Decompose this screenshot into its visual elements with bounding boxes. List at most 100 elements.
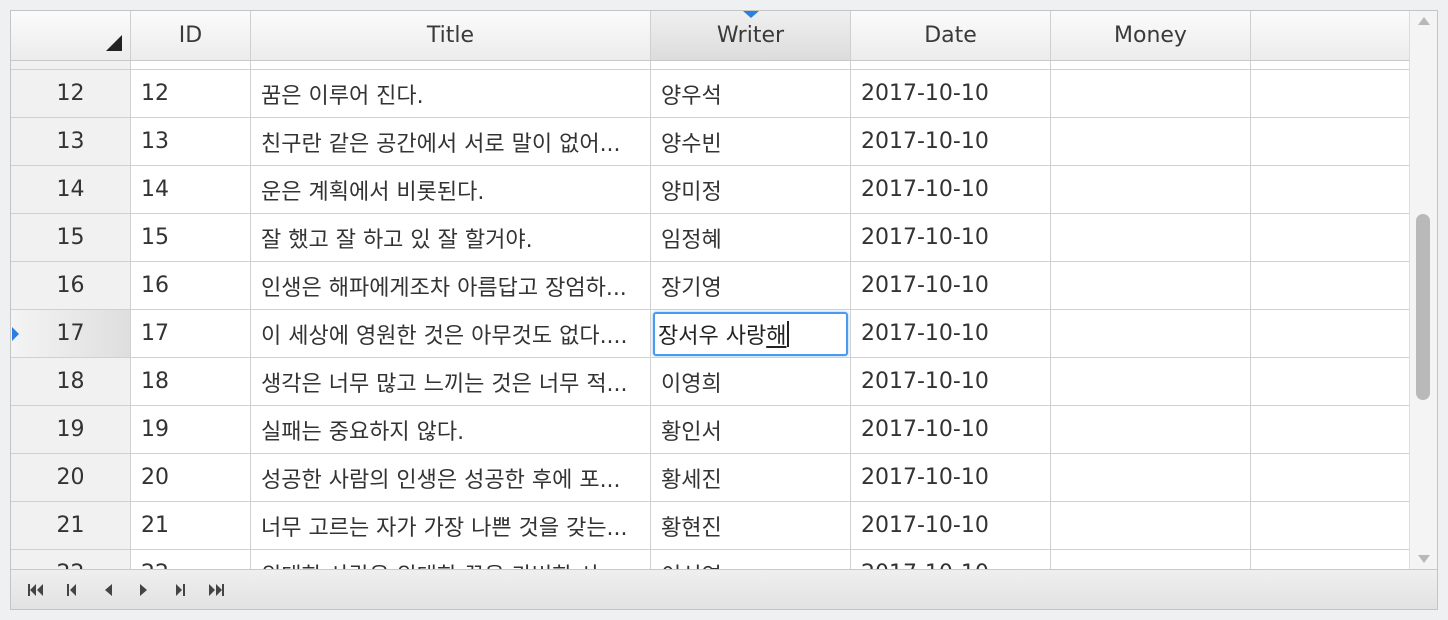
column-header-money[interactable]: Money xyxy=(1051,11,1251,60)
cell-id[interactable]: 18 xyxy=(131,358,251,406)
first-page-button[interactable] xyxy=(23,577,49,603)
cell-id[interactable]: 13 xyxy=(131,118,251,166)
cell-title[interactable]: 친구란 같은 공간에서 서로 말이 없어... xyxy=(251,118,651,166)
cell-money[interactable] xyxy=(1051,550,1251,569)
row-header[interactable]: 17 xyxy=(11,310,131,358)
column-header-title[interactable]: Title xyxy=(251,11,651,60)
cell-title[interactable]: 꿈은 이루어 진다. xyxy=(251,70,651,118)
table-row[interactable]: 12 12 꿈은 이루어 진다. 양우석 2017-10-10 xyxy=(11,70,1409,118)
row-header[interactable]: 19 xyxy=(11,406,131,454)
row-header[interactable]: 20 xyxy=(11,454,131,502)
cell-money[interactable] xyxy=(1051,358,1251,406)
cell-money[interactable] xyxy=(1051,454,1251,502)
cell-date[interactable]: 2017-10-10 xyxy=(851,550,1051,569)
scroll-down-icon[interactable] xyxy=(1418,555,1430,563)
cell-title[interactable]: 천릿길도 한 걸음부터. xyxy=(251,60,651,70)
cell-money[interactable] xyxy=(1051,118,1251,166)
last-page-button[interactable] xyxy=(203,577,229,603)
cell-date[interactable]: 2017-10-10 xyxy=(851,310,1051,358)
row-header[interactable]: 13 xyxy=(11,118,131,166)
cell-id[interactable]: 15 xyxy=(131,214,251,262)
table-row[interactable]: 20 20 성공한 사람의 인생은 성공한 후에 포... 황세진 2017-10-10 xyxy=(11,454,1409,502)
previous-record-button[interactable] xyxy=(95,577,121,603)
cell-title[interactable]: 너무 고르는 자가 가장 나쁜 것을 갖는... xyxy=(251,502,651,550)
select-all-corner[interactable] xyxy=(11,11,131,60)
cell-title[interactable]: 이 세상에 영원한 것은 아무것도 없다.... xyxy=(251,310,651,358)
next-record-button[interactable] xyxy=(131,577,157,603)
cell-id[interactable]: 20 xyxy=(131,454,251,502)
cell-writer[interactable]: 장서우 사랑 해 xyxy=(651,310,851,358)
row-header[interactable]: 11 xyxy=(11,60,131,70)
table-row[interactable]: 21 21 너무 고르는 자가 가장 나쁜 것을 갖는... 황현진 2017-10-1… xyxy=(11,502,1409,550)
row-header[interactable]: 12 xyxy=(11,70,131,118)
cell-money[interactable] xyxy=(1051,166,1251,214)
cell-money[interactable] xyxy=(1051,60,1251,70)
cell-writer[interactable]: 황현진 xyxy=(651,502,851,550)
table-row[interactable]: 16 16 인생은 해파에게조차 아름답고 장엄하... 장기영 2017-10-10 xyxy=(11,262,1409,310)
cell-title[interactable]: 잘 했고 잘 하고 있 잘 할거야. xyxy=(251,214,651,262)
table-row[interactable]: 2222위대한 사람은 위대한 꿈을 가벼한 사...이성연2017-10-10 xyxy=(11,550,1409,569)
cell-money[interactable] xyxy=(1051,262,1251,310)
row-header[interactable]: 21 xyxy=(11,502,131,550)
table-row[interactable]: 13 13 친구란 같은 공간에서 서로 말이 없어... 양수빈 2017-10-10 xyxy=(11,118,1409,166)
cell-money[interactable] xyxy=(1051,214,1251,262)
cell-date[interactable]: 2017-10-10 xyxy=(851,262,1051,310)
column-header-writer[interactable]: Writer xyxy=(651,11,851,60)
cell-date[interactable]: 2017-10-10 xyxy=(851,60,1051,70)
cell-id[interactable]: 19 xyxy=(131,406,251,454)
data-grid[interactable]: ID Title Writer Date Money 1111천릿길도 한 걸음… xyxy=(10,10,1438,610)
cell-money[interactable] xyxy=(1051,406,1251,454)
cell-id[interactable]: 14 xyxy=(131,166,251,214)
table-row[interactable]: 19 19 실패는 중요하지 않다. 황인서 2017-10-10 xyxy=(11,406,1409,454)
cell-title[interactable]: 인생은 해파에게조차 아름답고 장엄하... xyxy=(251,262,651,310)
cell-id[interactable]: 21 xyxy=(131,502,251,550)
row-header[interactable]: 15 xyxy=(11,214,131,262)
cell-id[interactable]: 17 xyxy=(131,310,251,358)
cell-title[interactable]: 운은 계획에서 비롯된다. xyxy=(251,166,651,214)
previous-page-button[interactable] xyxy=(59,577,85,603)
table-row[interactable]: 18 18 생각은 너무 많고 느끼는 것은 너무 적... 이영희 2017-10-1… xyxy=(11,358,1409,406)
row-header[interactable]: 14 xyxy=(11,166,131,214)
cell-money[interactable] xyxy=(1051,502,1251,550)
column-header-date[interactable]: Date xyxy=(851,11,1051,60)
cell-writer[interactable]: 임정혜 xyxy=(651,214,851,262)
cell-title[interactable]: 성공한 사람의 인생은 성공한 후에 포... xyxy=(251,454,651,502)
cell-writer[interactable]: 장기영 xyxy=(651,262,851,310)
cell-id[interactable]: 22 xyxy=(131,550,251,569)
scroll-up-icon[interactable] xyxy=(1418,17,1430,25)
row-header[interactable]: 18 xyxy=(11,358,131,406)
cell-money[interactable] xyxy=(1051,70,1251,118)
cell-date[interactable]: 2017-10-10 xyxy=(851,214,1051,262)
cell-date[interactable]: 2017-10-10 xyxy=(851,406,1051,454)
cell-writer[interactable]: 황세진 xyxy=(651,454,851,502)
cell-date[interactable]: 2017-10-10 xyxy=(851,118,1051,166)
cell-date[interactable]: 2017-10-10 xyxy=(851,70,1051,118)
cell-date[interactable]: 2017-10-10 xyxy=(851,358,1051,406)
cell-id[interactable]: 11 xyxy=(131,60,251,70)
cell-id[interactable]: 16 xyxy=(131,262,251,310)
cell-title[interactable]: 생각은 너무 많고 느끼는 것은 너무 적... xyxy=(251,358,651,406)
column-header-id[interactable]: ID xyxy=(131,11,251,60)
cell-title[interactable]: 위대한 사람은 위대한 꿈을 가벼한 사... xyxy=(251,550,651,569)
cell-writer[interactable]: 양민수 xyxy=(651,60,851,70)
cell-writer[interactable]: 양우석 xyxy=(651,70,851,118)
table-row[interactable]: 1111천릿길도 한 걸음부터.양민수2017-10-10 xyxy=(11,60,1409,70)
scrollbar-thumb[interactable] xyxy=(1416,214,1430,400)
writer-cell-editor[interactable]: 장서우 사랑 해 xyxy=(653,311,848,356)
cell-money[interactable] xyxy=(1051,310,1251,358)
cell-id[interactable]: 12 xyxy=(131,70,251,118)
cell-writer[interactable]: 황인서 xyxy=(651,406,851,454)
row-header[interactable]: 22 xyxy=(11,550,131,569)
table-row[interactable]: 17 17 이 세상에 영원한 것은 아무것도 없다.... 장서우 사랑 해 2017-… xyxy=(11,310,1409,358)
cell-writer[interactable]: 이영희 xyxy=(651,358,851,406)
cell-writer[interactable]: 양수빈 xyxy=(651,118,851,166)
cell-date[interactable]: 2017-10-10 xyxy=(851,454,1051,502)
cell-date[interactable]: 2017-10-10 xyxy=(851,502,1051,550)
cell-writer[interactable]: 양미정 xyxy=(651,166,851,214)
next-page-button[interactable] xyxy=(167,577,193,603)
row-header[interactable]: 16 xyxy=(11,262,131,310)
table-row[interactable]: 14 14 운은 계획에서 비롯된다. 양미정 2017-10-10 xyxy=(11,166,1409,214)
vertical-scrollbar[interactable] xyxy=(1409,11,1437,569)
table-row[interactable]: 15 15 잘 했고 잘 하고 있 잘 할거야. 임정혜 2017-10-10 xyxy=(11,214,1409,262)
cell-date[interactable]: 2017-10-10 xyxy=(851,166,1051,214)
